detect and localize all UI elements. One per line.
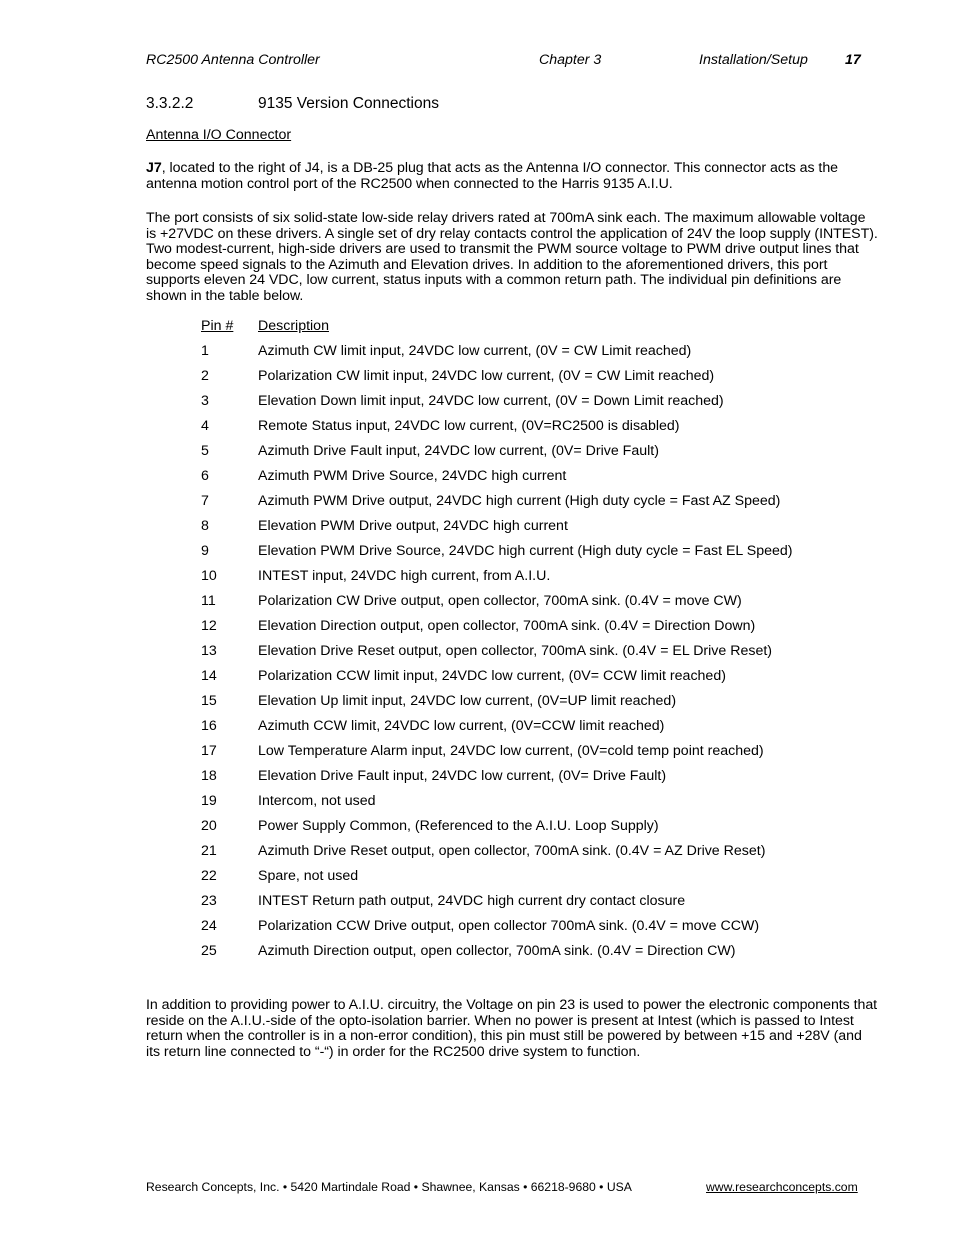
pin-description: Azimuth CW limit input, 24VDC low curren… <box>258 343 692 359</box>
pin-table-header: Pin # Description <box>201 318 793 343</box>
table-row: 14 Polarization CCW limit input, 24VDC lo… <box>201 668 793 693</box>
table-row: 15 Elevation Up limit input, 24VDC low cu… <box>201 693 793 718</box>
pin-description: Azimuth CCW limit, 24VDC low current, (0… <box>258 718 665 734</box>
pin-description: Spare, not used <box>258 868 359 884</box>
table-row: 8 Elevation PWM Drive output, 24VDC high … <box>201 518 793 543</box>
pin-number: 15 <box>201 693 217 709</box>
pin-description: Elevation PWM Drive Source, 24VDC high c… <box>258 543 793 559</box>
pin-description: Azimuth Direction output, open collector… <box>258 943 736 959</box>
intro-paragraph: J7, located to the right of J4, is a DB-… <box>146 160 878 192</box>
pin-number: 23 <box>201 893 217 909</box>
pin-description: Elevation Drive Reset output, open colle… <box>258 643 773 659</box>
pin-number: 21 <box>201 843 217 859</box>
table-row: 25 Azimuth Direction output, open collect… <box>201 943 793 968</box>
company-address: Research Concepts, Inc. • 5420 Martindal… <box>146 1180 632 1194</box>
subheading: Antenna I/O Connector <box>146 127 292 143</box>
description-paragraph: The port consists of six solid-state low… <box>146 210 878 304</box>
pin-number: 9 <box>201 543 209 559</box>
pin-description: Intercom, not used <box>258 793 376 809</box>
pin-description: Elevation Up limit input, 24VDC low curr… <box>258 693 677 709</box>
section-label: Installation/Setup <box>699 52 808 68</box>
document-title: RC2500 Antenna Controller <box>146 52 320 68</box>
pin-number: 6 <box>201 468 209 484</box>
table-row: 22 Spare, not used <box>201 868 793 893</box>
pin-description: Polarization CW limit input, 24VDC low c… <box>258 368 715 384</box>
table-row: 1 Azimuth CW limit input, 24VDC low curre… <box>201 343 793 368</box>
pin-table: Pin # Description 1 Azimuth CW limit inpu… <box>201 318 793 968</box>
pin-number: 2 <box>201 368 209 384</box>
table-row: 21 Azimuth Drive Reset output, open colle… <box>201 843 793 868</box>
pin-description: INTEST Return path output, 24VDC high cu… <box>258 893 686 909</box>
pin-number: 24 <box>201 918 217 934</box>
pin-number: 1 <box>201 343 209 359</box>
section-title: 9135 Version Connections <box>258 95 439 112</box>
pin-number: 3 <box>201 393 209 409</box>
pin-number: 8 <box>201 518 209 534</box>
pin-column-header: Pin # <box>201 318 258 343</box>
pin-description: Elevation Drive Fault input, 24VDC low c… <box>258 768 667 784</box>
pin-description: Polarization CW Drive output, open colle… <box>258 593 742 609</box>
table-row: 2 Polarization CW limit input, 24VDC low … <box>201 368 793 393</box>
pin-number: 25 <box>201 943 217 959</box>
page-header: RC2500 Antenna Controller Chapter 3 Inst… <box>146 52 862 70</box>
table-row: 23 INTEST Return path output, 24VDC high … <box>201 893 793 918</box>
table-row: 11 Polarization CW Drive output, open col… <box>201 593 793 618</box>
pin-description: Polarization CCW limit input, 24VDC low … <box>258 668 726 684</box>
pin-number: 12 <box>201 618 217 634</box>
pin-number: 4 <box>201 418 209 434</box>
pin-description: Polarization CCW Drive output, open coll… <box>258 918 760 934</box>
table-row: 24 Polarization CCW Drive output, open co… <box>201 918 793 943</box>
section-heading: 3.3.2.2 9135 Version Connections <box>146 95 439 113</box>
description-column-header: Description <box>258 318 329 334</box>
pin-description: Azimuth PWM Drive output, 24VDC high cur… <box>258 493 781 509</box>
pin-description: Azimuth Drive Reset output, open collect… <box>258 843 766 859</box>
section-number: 3.3.2.2 <box>146 95 194 112</box>
table-row: 9 Elevation PWM Drive Source, 24VDC high … <box>201 543 793 568</box>
pin-number: 17 <box>201 743 217 759</box>
pin-number: 7 <box>201 493 209 509</box>
pin-number: 11 <box>201 593 216 609</box>
table-row: 17 Low Temperature Alarm input, 24VDC low… <box>201 743 793 768</box>
pin-number: 5 <box>201 443 209 459</box>
connector-id: J7 <box>146 160 162 176</box>
pin-number: 22 <box>201 868 217 884</box>
table-row: 7 Azimuth PWM Drive output, 24VDC high cu… <box>201 493 793 518</box>
table-row: 19 Intercom, not used <box>201 793 793 818</box>
intro-text: , located to the right of J4, is a DB-25… <box>146 160 839 192</box>
page-number: 17 <box>845 52 861 68</box>
pin-number: 20 <box>201 818 217 834</box>
table-row: 6 Azimuth PWM Drive Source, 24VDC high cu… <box>201 468 793 493</box>
pin-description: Elevation Down limit input, 24VDC low cu… <box>258 393 724 409</box>
table-row: 5 Azimuth Drive Fault input, 24VDC low cu… <box>201 443 793 468</box>
pin-description: Low Temperature Alarm input, 24VDC low c… <box>258 743 764 759</box>
table-row: 16 Azimuth CCW limit, 24VDC low current, … <box>201 718 793 743</box>
closing-paragraph: In addition to providing power to A.I.U.… <box>146 997 878 1060</box>
pin-number: 14 <box>201 668 217 684</box>
pin-description: Elevation PWM Drive output, 24VDC high c… <box>258 518 568 534</box>
table-row: 12 Elevation Direction output, open colle… <box>201 618 793 643</box>
pin-number: 13 <box>201 643 217 659</box>
pin-number: 19 <box>201 793 217 809</box>
table-row: 4 Remote Status input, 24VDC low current,… <box>201 418 793 443</box>
table-row: 10 INTEST input, 24VDC high current, from… <box>201 568 793 593</box>
pin-description: Azimuth PWM Drive Source, 24VDC high cur… <box>258 468 567 484</box>
pin-description: Power Supply Common, (Referenced to the … <box>258 818 659 834</box>
pin-number: 10 <box>201 568 217 584</box>
chapter-label: Chapter 3 <box>539 52 602 68</box>
pin-description: Elevation Direction output, open collect… <box>258 618 756 634</box>
pin-description: INTEST input, 24VDC high current, from A… <box>258 568 551 584</box>
table-row: 20 Power Supply Common, (Referenced to th… <box>201 818 793 843</box>
pin-description: Azimuth Drive Fault input, 24VDC low cur… <box>258 443 659 459</box>
pin-description: Remote Status input, 24VDC low current, … <box>258 418 680 434</box>
pin-header-text: Pin # <box>201 318 234 334</box>
pin-number: 16 <box>201 718 217 734</box>
pin-number: 18 <box>201 768 217 784</box>
website-link[interactable]: www.researchconcepts.com <box>706 1180 858 1194</box>
table-row: 18 Elevation Drive Fault input, 24VDC low… <box>201 768 793 793</box>
table-row: 13 Elevation Drive Reset output, open col… <box>201 643 793 668</box>
table-row: 3 Elevation Down limit input, 24VDC low c… <box>201 393 793 418</box>
